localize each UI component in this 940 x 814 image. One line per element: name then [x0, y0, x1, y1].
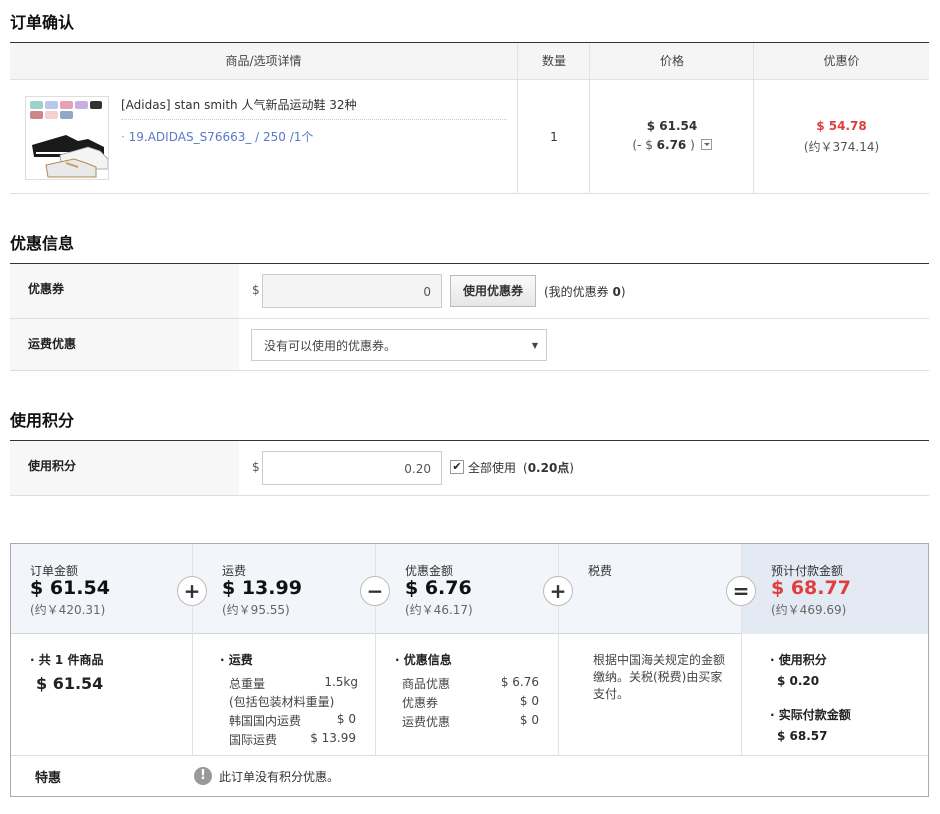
- points-input[interactable]: 0.20: [262, 451, 442, 485]
- bullet: ·: [121, 130, 129, 144]
- available-points: (0.20点): [523, 459, 574, 476]
- discount-total-cny: (约￥46.17): [405, 603, 473, 617]
- points-used-heading: · 使用积分: [770, 653, 827, 667]
- order-total-amount: $ 61.54: [30, 577, 110, 599]
- weight-note: (包括包装材料重量): [229, 695, 335, 709]
- plus-icon: +: [543, 576, 573, 606]
- item-sale-price: $ 54.78: [816, 119, 867, 133]
- minus-icon: −: [360, 576, 390, 606]
- weight-value: 1.5kg: [324, 675, 358, 689]
- chevron-down-icon: ▼: [531, 341, 538, 350]
- actual-payment-value: $ 68.57: [777, 729, 828, 743]
- weight-label: 总重量: [229, 677, 266, 691]
- my-coupons-number: 0: [612, 285, 621, 299]
- product-discount-label: 商品优惠: [402, 677, 451, 691]
- divider: [589, 43, 590, 193]
- item-price: $ 61.54: [646, 119, 698, 133]
- actual-payment-heading: · 实际付款金额: [770, 708, 851, 722]
- discount-detail-heading: · 优惠信息: [395, 653, 452, 667]
- discount-detail-dropdown-icon[interactable]: [700, 139, 712, 150]
- order-section-title: 订单确认: [10, 13, 75, 32]
- use-coupon-button[interactable]: 使用优惠券: [450, 275, 536, 307]
- coupon-discount-label: 优惠券: [402, 696, 439, 710]
- korea-shipping-label: 韩国国内运费: [229, 714, 302, 728]
- special-offer-label: 特惠: [35, 771, 62, 786]
- item-quantity: 1: [550, 130, 558, 144]
- divider: [121, 119, 507, 120]
- header-quantity: 数量: [541, 54, 566, 68]
- my-coupons-suffix: ): [620, 285, 626, 299]
- discount-section-title: 优惠信息: [10, 234, 75, 253]
- divider: [10, 193, 929, 194]
- divider: [753, 43, 754, 193]
- item-discount-prefix: (- $: [632, 138, 657, 152]
- available-points-suffix: ): [569, 461, 574, 475]
- items-count-heading: · 共 1 件商品: [30, 651, 103, 668]
- items-head-suffix: 件商品: [63, 653, 104, 667]
- header-product: 商品/选项详情: [225, 54, 302, 68]
- equals-icon: =: [726, 576, 756, 606]
- product-option-text: 19.ADIDAS_S76663_ / 250 /1个: [128, 130, 314, 144]
- estimated-total-amount: $ 68.77: [771, 577, 851, 599]
- order-total-cny: (约￥420.31): [30, 603, 106, 617]
- item-discount: (- $ 6.76 ): [590, 138, 754, 152]
- plus-icon: +: [177, 576, 207, 606]
- korea-shipping-value: $ 0: [336, 712, 356, 726]
- points-label: 使用积分: [28, 459, 77, 473]
- header-sale-price: 优惠价: [823, 54, 860, 68]
- tax-note: 根据中国海关规定的金额缴纳。关税(税费)由买家支付。: [593, 653, 726, 701]
- order-table-header: 商品/选项详情 数量 价格 优惠价: [10, 43, 929, 80]
- item-discount-value: 6.76: [656, 138, 687, 152]
- intl-shipping-label: 国际运费: [229, 733, 278, 747]
- product-name-link[interactable]: [Adidas] stan smith 人气新品运动鞋 32种: [121, 96, 357, 113]
- use-all-points-label[interactable]: 全部使用: [468, 459, 516, 476]
- product-thumbnail[interactable]: [25, 96, 109, 180]
- shipping-coupon-select[interactable]: 没有可以使用的优惠券。 ▼: [251, 329, 547, 361]
- product-option: · 19.ADIDAS_S76663_ / 250 /1个: [121, 128, 313, 145]
- shipping-discount-detail-label: 运费优惠: [402, 715, 451, 729]
- item-sale-price-cny: (约￥374.14): [803, 140, 880, 154]
- coupon-discount-value: $ 0: [519, 694, 539, 708]
- shipping-discount-detail-value: $ 0: [519, 713, 539, 727]
- divider: [517, 43, 518, 193]
- header-price: 价格: [659, 54, 684, 68]
- divider: [10, 495, 929, 496]
- items-head-prefix: · 共: [30, 653, 55, 667]
- divider: [10, 370, 929, 371]
- shipping-total-amount: $ 13.99: [222, 577, 302, 599]
- items-amount: $ 61.54: [36, 674, 104, 693]
- currency-symbol: $: [252, 460, 260, 474]
- coupon-amount-input[interactable]: 0: [262, 274, 442, 308]
- item-discount-suffix: ): [686, 138, 695, 152]
- my-coupons-count: (我的优惠券 0): [544, 283, 626, 300]
- discount-total-amount: $ 6.76: [405, 577, 472, 599]
- shipping-discount-label: 运费优惠: [28, 337, 77, 351]
- my-coupons-prefix: (我的优惠券: [544, 285, 613, 299]
- available-points-value: 0.20点: [527, 461, 570, 475]
- coupon-label: 优惠券: [28, 282, 65, 296]
- divider: [11, 755, 928, 756]
- shipping-coupon-select-value: 没有可以使用的优惠券。: [264, 339, 397, 353]
- currency-symbol: $: [252, 283, 260, 297]
- use-all-points-checkbox[interactable]: ✔: [450, 460, 464, 474]
- points-section-title: 使用积分: [10, 411, 75, 430]
- info-icon: !: [194, 767, 212, 785]
- shoe-image-icon: [26, 97, 108, 179]
- shipping-detail-heading: · 运费: [220, 653, 253, 667]
- shipping-total-cny: (约￥95.55): [222, 603, 290, 617]
- product-discount-value: $ 6.76: [500, 675, 539, 689]
- points-used-value: $ 0.20: [777, 674, 820, 688]
- intl-shipping-value: $ 13.99: [310, 731, 356, 745]
- tax-label: 税费: [588, 564, 613, 578]
- estimated-total-cny: (约￥469.69): [771, 603, 847, 617]
- special-offer-text: 此订单没有积分优惠。: [219, 770, 340, 784]
